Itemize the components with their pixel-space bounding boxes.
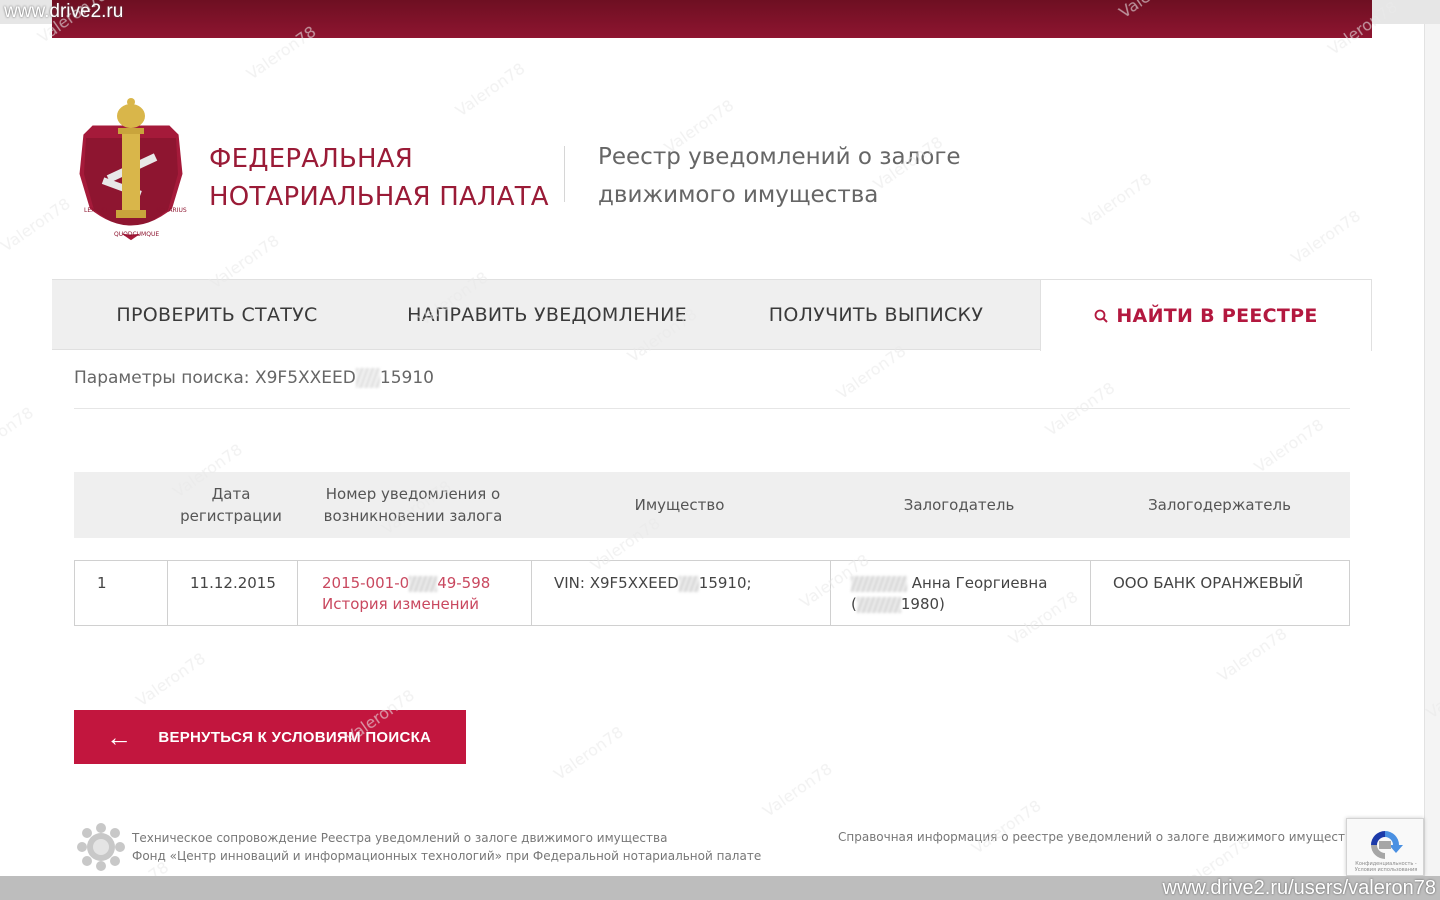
redacted-mark	[355, 368, 380, 388]
registry-title-line2: движимого имущества	[598, 182, 879, 208]
redacted-mark	[856, 596, 901, 613]
site-top-bar	[52, 0, 1372, 38]
cell-notice: 2015-001-0 49-598 История изменений	[297, 561, 531, 625]
th-date-line1: Дата	[211, 485, 251, 503]
org-name[interactable]: ФЕДЕРАЛЬНАЯ НОТАРИАЛЬНАЯ ПАЛАТА	[209, 140, 549, 216]
notice-number-end: 49-598	[437, 574, 491, 592]
footer-line2: Фонд «Центр инноваций и информационных т…	[132, 849, 762, 863]
back-button-label: ВЕРНУТЬСЯ К УСЛОВИЯМ ПОИСКА	[158, 728, 432, 746]
th-notice-line2: возникновении залога	[323, 507, 503, 525]
svg-text:LEX EST: LEX EST	[84, 207, 109, 214]
th-pledgor: Залогодатель	[903, 496, 1015, 514]
org-name-line1: ФЕДЕРАЛЬНАЯ	[209, 144, 414, 174]
pledgor-year: 1980)	[900, 595, 945, 613]
th-date: Дата регистрации	[166, 472, 296, 538]
notice-number-link[interactable]: 2015-001-0 49-598	[322, 573, 509, 594]
footer-info-link[interactable]: Справочная информация о реестре уведомле…	[838, 830, 1359, 844]
history-link[interactable]: История изменений	[322, 594, 509, 615]
th-date-line2: регистрации	[180, 507, 282, 525]
cell-pledgor: Анна Георгиевна (1980)	[830, 561, 1090, 625]
arrow-left-icon: ←	[106, 722, 133, 752]
watermark-bottom-right: www.drive2.ru/users/valeron78	[1162, 877, 1436, 899]
property-vin-end: 15910;	[698, 574, 752, 592]
cell-date: 11.12.2015	[167, 561, 297, 625]
cell-pledgee: ООО БАНК ОРАНЖЕВЫЙ	[1090, 561, 1351, 625]
notary-emblem-icon: LEX EST QUODCUMQUE NOTARIUS	[72, 94, 190, 246]
divider	[74, 408, 1350, 409]
tab-get-extract-label: ПОЛУЧИТЬ ВЫПИСКУ	[768, 304, 984, 326]
recaptcha-icon	[1371, 831, 1403, 859]
tab-get-extract[interactable]: ПОЛУЧИТЬ ВЫПИСКУ	[712, 280, 1040, 350]
search-params-label: Параметры поиска:	[74, 368, 250, 388]
th-notice: Номер уведомления о возникновении залога	[296, 472, 530, 538]
svg-text:NOTARIUS: NOTARIUS	[156, 207, 187, 214]
redacted-mark	[409, 575, 438, 592]
footer-line1: Техническое сопровождение Реестра уведом…	[132, 831, 668, 845]
notice-number-start: 2015-001-0	[322, 574, 410, 592]
registry-title-line1: Реестр уведомлений о залоге	[598, 144, 961, 170]
back-to-search-button[interactable]: ← ВЕРНУТЬСЯ К УСЛОВИЯМ ПОИСКА	[74, 710, 466, 764]
org-name-line2: НОТАРИАЛЬНАЯ ПАЛАТА	[209, 182, 549, 212]
search-params: Параметры поиска: X9F5XXEED 15910	[74, 368, 434, 388]
th-pledgee: Залогодержатель	[1148, 496, 1291, 514]
tab-check-status[interactable]: ПРОВЕРИТЬ СТАТУС	[52, 280, 382, 350]
table-row: 1 11.12.2015 2015-001-0 49-598 История из…	[74, 560, 1350, 626]
watermark-pattern: Valeron78 Valeron78	[0, 0, 1440, 900]
pledgor-name: Анна Георгиевна	[911, 574, 1048, 592]
recaptcha-badge[interactable]: Конфиденциальность - Условия использован…	[1346, 818, 1424, 876]
results-table-header: Дата регистрации Номер уведомления о воз…	[74, 472, 1350, 538]
tab-check-status-label: ПРОВЕРИТЬ СТАТУС	[116, 304, 318, 326]
cell-property: VIN: X9F5XXEED 15910;	[531, 561, 830, 625]
th-property: Имущество	[634, 496, 725, 514]
search-vin-end: 15910	[379, 368, 434, 388]
fund-logo-icon	[74, 820, 128, 874]
property-vin-start: VIN: X9F5XXEED	[554, 574, 679, 592]
main-tabs: ПРОВЕРИТЬ СТАТУС НАПРАВИТЬ УВЕДОМЛЕНИЕ П…	[52, 279, 1372, 351]
header-divider	[564, 146, 565, 202]
th-num	[74, 472, 166, 538]
redacted-mark	[678, 575, 699, 592]
th-notice-line1: Номер уведомления о	[325, 485, 501, 503]
watermark-top-left: www.drive2.ru	[4, 1, 124, 22]
cell-num: 1	[97, 574, 107, 592]
registry-title: Реестр уведомлений о залоге движимого им…	[598, 138, 961, 214]
tab-search-registry[interactable]: НАЙТИ В РЕЕСТРЕ	[1040, 280, 1372, 351]
svg-text:QUODCUMQUE: QUODCUMQUE	[114, 231, 159, 238]
redacted-mark	[851, 575, 907, 592]
recaptcha-text: Конфиденциальность - Условия использован…	[1354, 861, 1418, 873]
tab-send-notice-label: НАПРАВИТЬ УВЕДОМЛЕНИЕ	[407, 304, 687, 326]
tab-search-registry-label: НАЙТИ В РЕЕСТРЕ	[1116, 304, 1318, 327]
search-icon	[1094, 309, 1109, 323]
footer-tech-support: Техническое сопровождение Реестра уведом…	[132, 829, 761, 865]
tab-send-notice[interactable]: НАПРАВИТЬ УВЕДОМЛЕНИЕ	[382, 280, 712, 350]
search-vin-start: X9F5XXEED	[254, 368, 356, 388]
scrollbar[interactable]	[1424, 24, 1440, 876]
